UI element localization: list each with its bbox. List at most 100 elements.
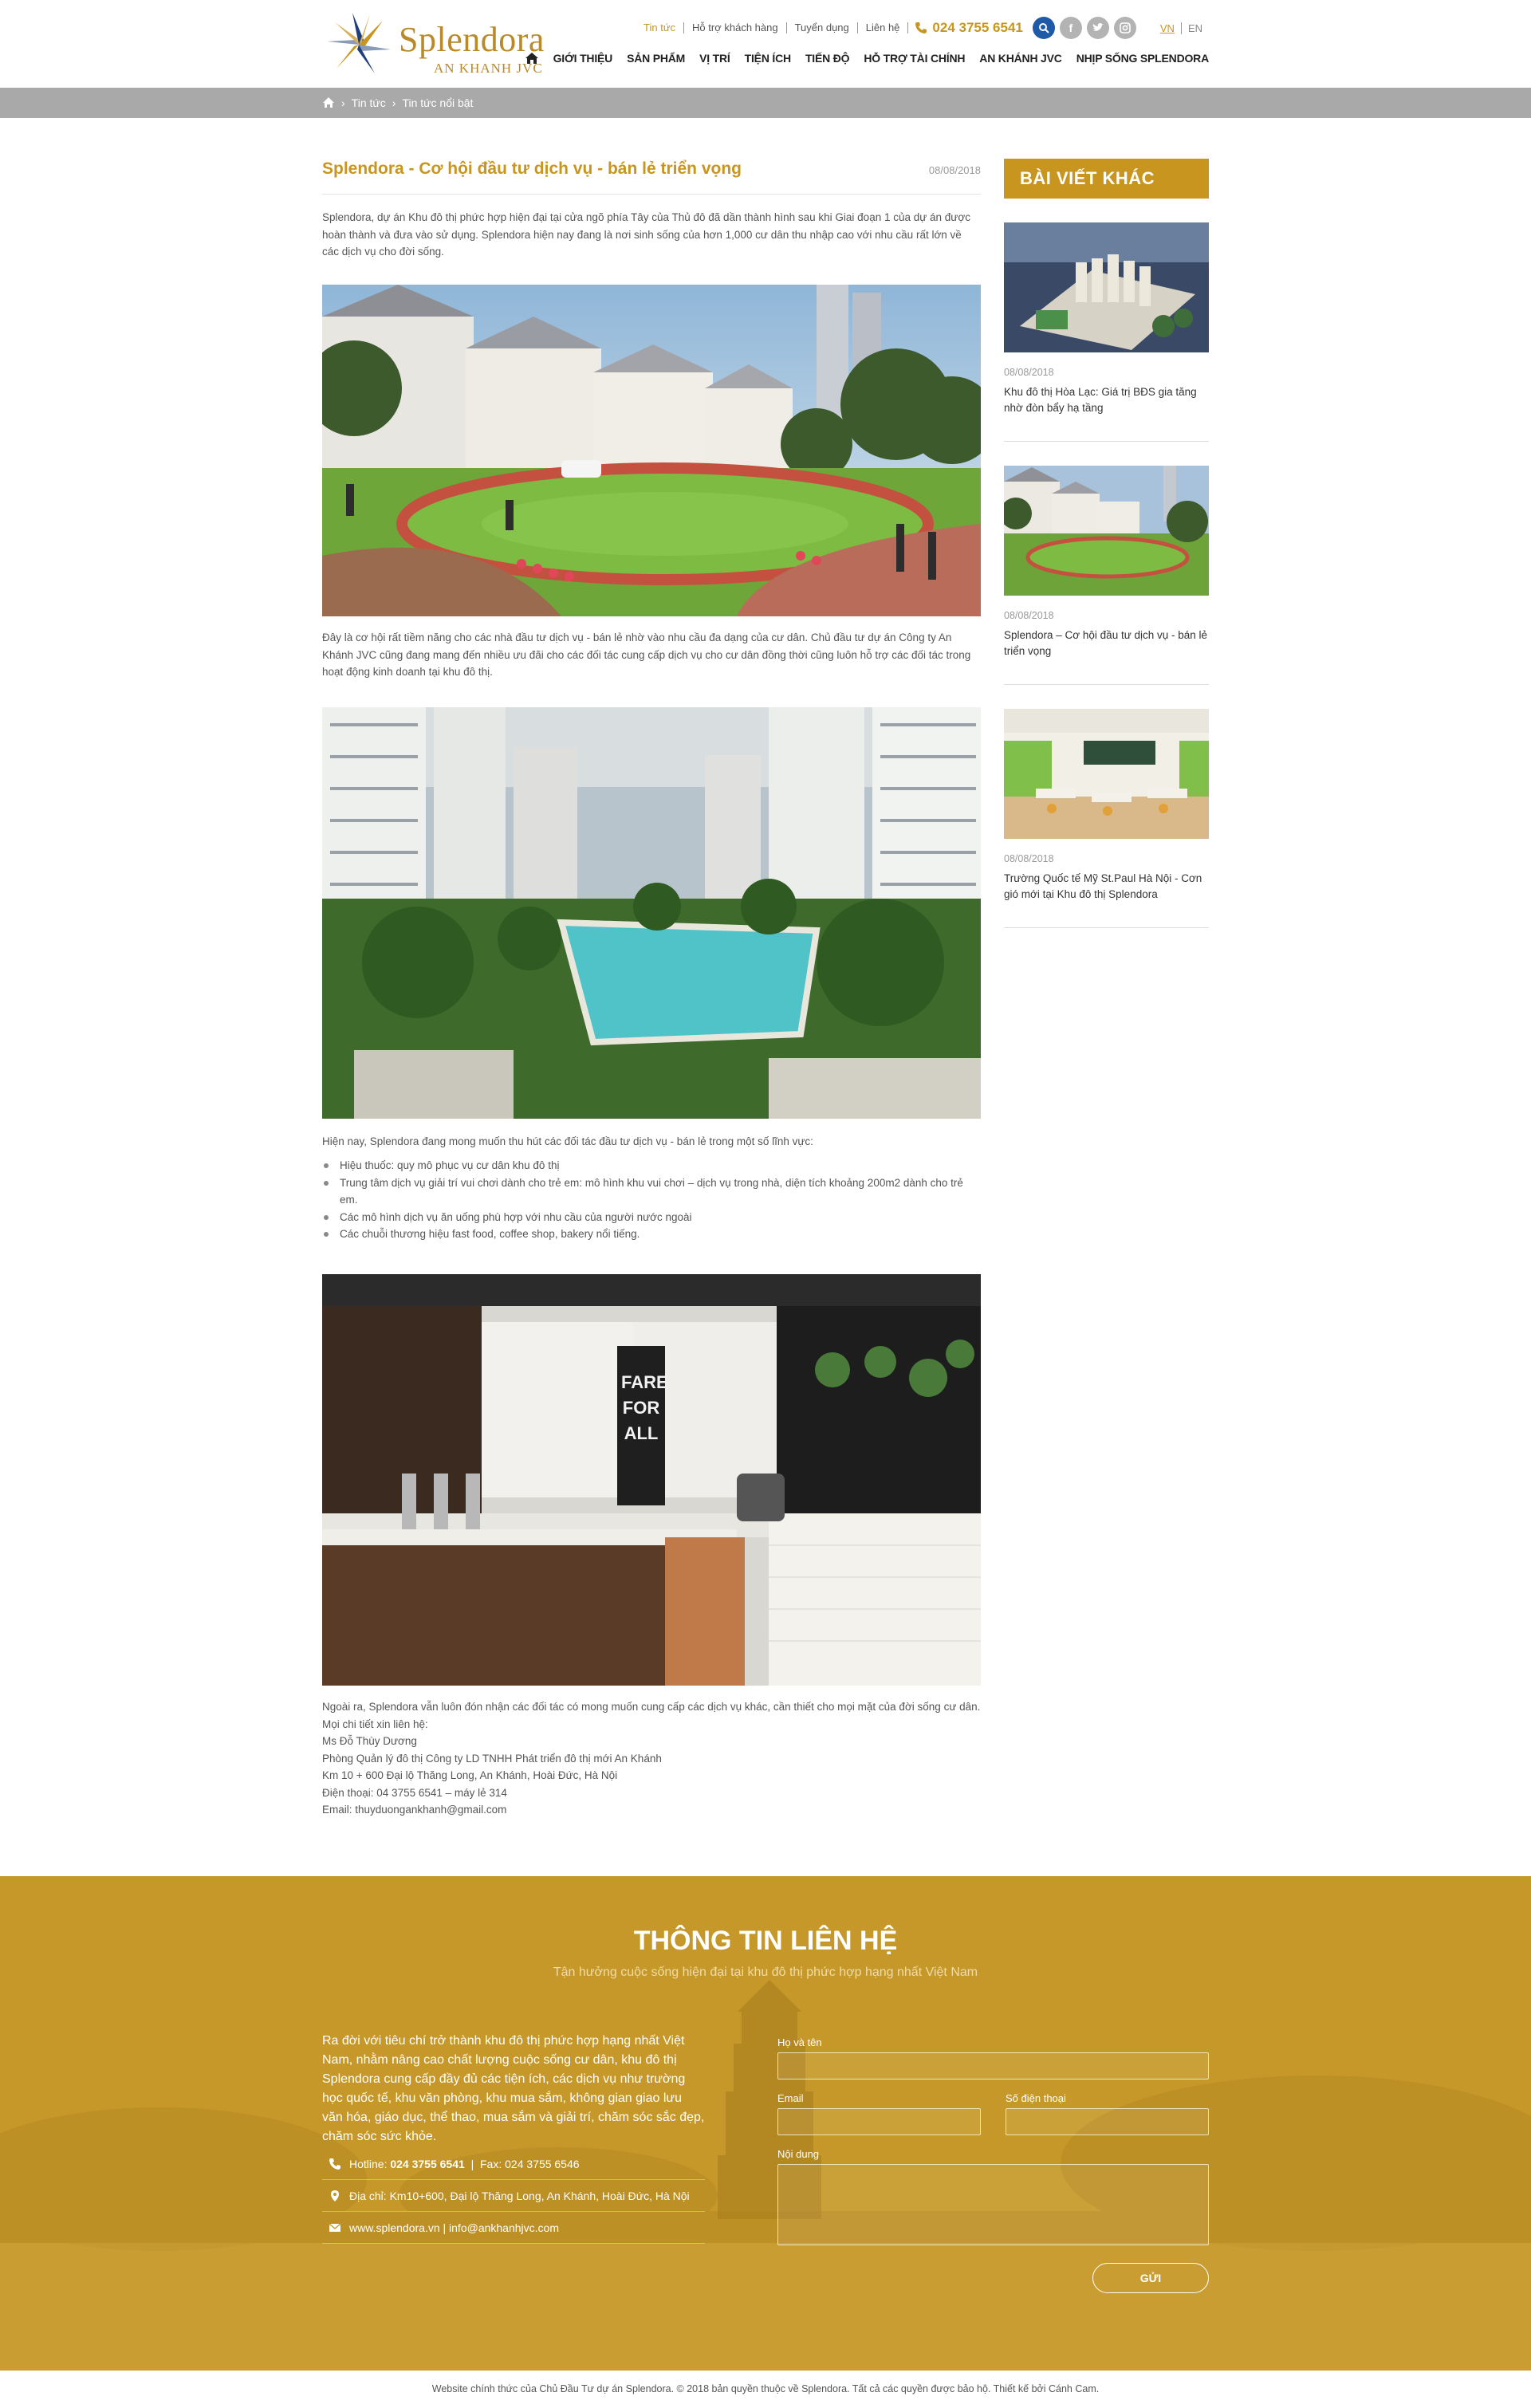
breadcrumb-news[interactable]: Tin tức: [352, 96, 386, 109]
hotline-number[interactable]: 024 3755 6541: [390, 2158, 464, 2170]
sidebar-post[interactable]: 08/08/2018 Splendora – Cơ hội đầu tư dịc…: [1004, 466, 1209, 685]
hotline-label: Hotline:: [349, 2157, 388, 2170]
lang-en[interactable]: EN: [1182, 22, 1209, 34]
list-item: Các mô hình dịch vụ ăn uống phù hợp với …: [322, 1209, 981, 1226]
post-date: 08/08/2018: [1004, 367, 1054, 378]
divider: [1004, 927, 1209, 928]
list-item: Hiệu thuốc: quy mô phục vụ cư dân khu đô…: [322, 1157, 981, 1174]
post-title[interactable]: Splendora – Cơ hội đầu tư dịch vụ - bán …: [1004, 628, 1209, 659]
top-link-support[interactable]: Hỗ trợ khách hàng: [684, 22, 787, 33]
sidebar-post[interactable]: 08/08/2018 Khu đô thị Hòa Lạc: Giá trị B…: [1004, 222, 1209, 442]
nav-ankhanh[interactable]: AN KHÁNH JVC: [979, 52, 1062, 65]
aerial-city-thumbnail: [1004, 222, 1209, 352]
contact-web-row: www.splendora.vn | info@ankhanhjvc.com: [322, 2212, 705, 2244]
twitter-button[interactable]: [1086, 17, 1109, 39]
cafe-sign-line: FOR: [622, 1398, 660, 1418]
sidebar-title: BÀI VIẾT KHÁC: [1004, 159, 1209, 199]
article-paragraph-1: Splendora, dự án Khu đô thị phức hợp hiệ…: [322, 211, 970, 258]
article-image-garden: [322, 285, 981, 616]
contact-hotline-row: Hotline: 024 3755 6541 | Fax: 024 3755 6…: [322, 2148, 705, 2180]
home-icon[interactable]: [322, 96, 335, 109]
post-title[interactable]: Khu đô thị Hòa Lạc: Giá trị BĐS gia tăng…: [1004, 384, 1209, 416]
top-link-news[interactable]: Tin tức: [636, 22, 685, 33]
nav-progress[interactable]: TIẾN ĐỘ: [805, 52, 850, 65]
nav-about[interactable]: GIỚI THIỆU: [553, 52, 613, 65]
article-paragraph-4: Ngoài ra, Splendora vẫn luôn đón nhận cá…: [322, 1701, 981, 1730]
site-header: Splendora AN KHANH JVC Tin tức Hỗ trợ kh…: [0, 0, 1531, 88]
article-image-pool: [322, 707, 981, 1119]
classroom-thumbnail: [1004, 709, 1209, 839]
logo-name: Splendora: [399, 20, 545, 59]
nav-lifestyle[interactable]: NHỊP SỐNG SPLENDORA: [1076, 52, 1210, 65]
facebook-button[interactable]: f: [1059, 17, 1082, 39]
contact-person: Ms Đỗ Thùy Dương: [322, 1735, 417, 1747]
contact-subtitle: Tận hưởng cuộc sống hiện đại tại khu đô …: [553, 1965, 978, 1979]
contact-email[interactable]: Email: thuyduongankhanh@gmail.com: [322, 1801, 981, 1819]
article-paragraph-2: Đây là cơ hội rất tiềm năng cho các nhà …: [322, 632, 971, 678]
facebook-icon: f: [1069, 22, 1073, 34]
contact-address: Địa chỉ: Km10+600, Đại lộ Thăng Long, An…: [349, 2189, 690, 2202]
splendora-logo[interactable]: Splendora AN KHANH JVC: [322, 8, 544, 81]
contact-description: Ra đời với tiêu chí trở thành khu đô thị…: [322, 2034, 705, 2143]
divider: [1004, 441, 1209, 442]
header-hotline[interactable]: 024 3755 6541: [915, 20, 1023, 36]
nav-finance[interactable]: HỖ TRỢ TÀI CHÍNH: [864, 52, 965, 65]
chevron-right-icon: ›: [341, 96, 345, 109]
main-nav: GIỚI THIỆU SẢN PHẨM VỊ TRÍ TIỆN ÍCH TIẾN…: [525, 51, 1209, 65]
phone-icon: [329, 2158, 340, 2170]
lang-vn[interactable]: VN: [1154, 22, 1182, 34]
envelope-icon: [329, 2222, 341, 2232]
phone-label: Số điện thoại: [1006, 2092, 1066, 2104]
post-date: 08/08/2018: [1004, 610, 1054, 621]
breadcrumb: › Tin tức › Tin tức nổi bật: [322, 88, 473, 118]
hotline-number: 024 3755 6541: [932, 20, 1023, 35]
chevron-right-icon: ›: [392, 96, 396, 109]
breadcrumb-featured[interactable]: Tin tức nổi bật: [402, 96, 473, 109]
article-title: Splendora - Cơ hội đầu tư dịch vụ - bán …: [322, 159, 742, 178]
garden-illustration: [322, 285, 981, 616]
post-thumbnail: [1004, 709, 1209, 839]
phone-field[interactable]: [1006, 2108, 1209, 2135]
send-button[interactable]: GỬI: [1092, 2263, 1209, 2293]
cafe-illustration: [322, 1274, 981, 1686]
top-bar: Tin tức Hỗ trợ khách hàng Tuyển dụng Liê…: [636, 16, 1209, 40]
nav-amenities[interactable]: TIỆN ÍCH: [745, 52, 791, 65]
search-button[interactable]: [1032, 17, 1055, 39]
article-header: Splendora - Cơ hội đầu tư dịch vụ - bán …: [322, 156, 981, 195]
copyright: Website chính thức của Chủ Đầu Tư dự án …: [0, 2371, 1531, 2408]
sidebar-post[interactable]: 08/08/2018 Trường Quốc tế Mỹ St.Paul Hà …: [1004, 709, 1209, 928]
top-link-careers[interactable]: Tuyển dụng: [787, 22, 858, 33]
instagram-icon: [1120, 22, 1131, 33]
nav-products[interactable]: SẢN PHẨM: [627, 52, 685, 65]
contact-web-email[interactable]: www.splendora.vn | info@ankhanhjvc.com: [349, 2221, 559, 2234]
contact-phone: Điện thoại: 04 3755 6541 – máy lẻ 314: [322, 1786, 507, 1799]
article-date: 08/08/2018: [928, 164, 981, 176]
email-field[interactable]: [777, 2108, 981, 2135]
name-field[interactable]: [777, 2052, 1209, 2079]
post-thumbnail: [1004, 466, 1209, 596]
contact-address: Km 10 + 600 Đại lộ Thăng Long, An Khánh,…: [322, 1769, 618, 1781]
article-bullet-list: Hiệu thuốc: quy mô phục vụ cư dân khu đô…: [322, 1157, 981, 1243]
map-pin-icon: [331, 2190, 339, 2201]
article-paragraph-3: Hiện nay, Splendora đang mong muốn thu h…: [322, 1135, 813, 1147]
post-title[interactable]: Trường Quốc tế Mỹ St.Paul Hà Nội - Cơn g…: [1004, 871, 1209, 903]
nav-location[interactable]: VỊ TRÍ: [699, 52, 730, 65]
instagram-button[interactable]: [1113, 17, 1136, 39]
post-thumbnail: [1004, 222, 1209, 352]
divider: [1004, 684, 1209, 685]
article-image-cafe: FARE FOR ALL: [322, 1274, 981, 1686]
article-contact-info: Ms Đỗ Thùy Dương Phòng Quản lý đô thị Cô…: [322, 1733, 981, 1819]
list-item: Trung tâm dịch vụ giải trí vui chơi dành…: [322, 1174, 981, 1209]
contact-address-row: Địa chỉ: Km10+600, Đại lộ Thăng Long, An…: [322, 2180, 705, 2212]
sidebar-other-posts: BÀI VIẾT KHÁC 08/08/2018 Khu đô thị Hòa …: [1004, 159, 1209, 928]
garden-thumbnail: [1004, 466, 1209, 596]
top-link-contact[interactable]: Liên hệ: [858, 22, 909, 33]
fax-number: Fax: 024 3755 6546: [480, 2157, 580, 2170]
search-icon: [1038, 23, 1049, 33]
email-label: Email: [777, 2092, 804, 2104]
cafe-sign-line: FARE: [621, 1372, 668, 1392]
language-switch: VN EN: [1154, 22, 1209, 34]
home-icon[interactable]: [525, 51, 539, 65]
cafe-sign: FARE FOR ALL: [621, 1370, 668, 1446]
message-field[interactable]: [777, 2164, 1209, 2245]
